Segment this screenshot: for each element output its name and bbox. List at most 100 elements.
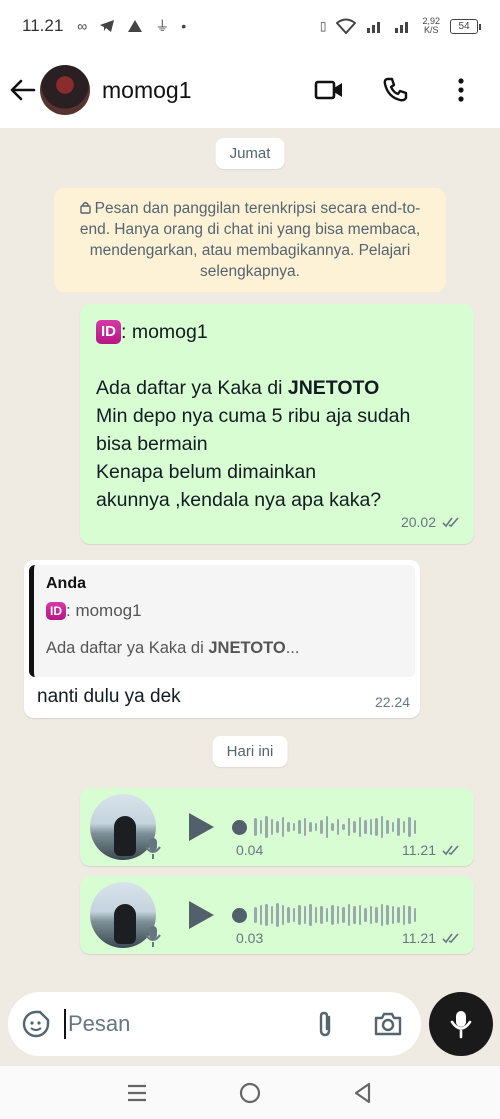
voice-record-button[interactable] — [429, 992, 493, 1056]
waveform-bar — [342, 907, 345, 923]
waveform-bar — [309, 822, 312, 832]
attach-icon[interactable] — [315, 1010, 335, 1038]
encryption-notice[interactable]: Pesan dan panggilan terenkripsi secara e… — [54, 188, 446, 292]
message-time: 11.21 — [402, 930, 436, 946]
waveform-bar — [402, 821, 405, 833]
home-circle-icon — [239, 1082, 261, 1103]
read-ticks-icon — [442, 517, 459, 528]
phone-call-icon[interactable] — [380, 75, 410, 105]
waveform-bar — [358, 905, 361, 925]
back-arrow-icon[interactable] — [10, 77, 36, 103]
sender-avatar — [90, 882, 161, 948]
waveform-bar — [276, 821, 279, 833]
playback-scrubber[interactable] — [232, 907, 247, 923]
waveform-bar — [292, 823, 295, 831]
message-time: 20.02 — [400, 514, 436, 530]
waveform-bar — [347, 904, 350, 926]
waveform-bar — [386, 905, 389, 925]
recents-button[interactable] — [122, 1078, 152, 1108]
link-icon: ∞ — [77, 18, 88, 34]
waveform-bar — [287, 907, 290, 923]
waveform-bar — [303, 818, 306, 836]
waveform-bar — [320, 820, 323, 834]
home-button[interactable] — [235, 1078, 265, 1108]
warning-icon — [128, 20, 143, 32]
network-speed: 2,92 K/S — [422, 16, 440, 35]
quoted-message[interactable]: Anda ID: momog1 Ada daftar ya Kaka di JN… — [29, 565, 415, 677]
back-button[interactable] — [348, 1078, 378, 1108]
waveform-bar — [375, 907, 378, 923]
quote-author: Anda — [46, 575, 86, 592]
composer — [0, 990, 500, 1066]
waveform-bar — [314, 823, 317, 831]
play-icon[interactable] — [184, 811, 216, 843]
message-meta: 11.21 — [402, 842, 462, 858]
waveform-bar — [259, 820, 262, 834]
waveform-bar — [336, 819, 339, 835]
voice-message[interactable]: 0.04 11.21 — [80, 788, 474, 866]
outgoing-message[interactable]: ID: momog1 Ada daftar ya Kaka di JNETOTO… — [80, 304, 474, 544]
waveform-bar — [254, 907, 257, 923]
waveform-bar — [325, 816, 328, 838]
menu-icon — [127, 1084, 146, 1101]
waveform-bar — [380, 904, 383, 926]
microphone-icon — [450, 1011, 472, 1039]
waveform-bar — [265, 904, 268, 926]
waveform-bar — [265, 816, 268, 838]
waveform-bar — [386, 820, 389, 834]
message-text: nanti dulu ya dek — [37, 686, 181, 707]
playback-scrubber[interactable] — [232, 819, 247, 835]
read-ticks-icon — [442, 845, 459, 856]
message-meta: 11.21 — [402, 930, 462, 946]
message-input-container[interactable] — [8, 992, 421, 1056]
sender-avatar — [90, 794, 161, 860]
waveform-bar — [309, 904, 312, 926]
waveform-bar — [364, 908, 367, 922]
sticker-icon[interactable] — [22, 1010, 50, 1038]
waveform-bar — [380, 816, 383, 838]
waveform-bar — [281, 905, 284, 925]
id-badge: ID — [46, 602, 66, 620]
waveform-bar — [320, 906, 323, 924]
waveform-bar — [298, 905, 301, 925]
waveform-bar — [281, 817, 284, 837]
waveform-bar — [397, 907, 400, 923]
waveform-bar — [408, 906, 411, 924]
incoming-message[interactable]: Anda ID: momog1 Ada daftar ya Kaka di JN… — [24, 560, 420, 718]
audio-waveform[interactable] — [232, 895, 452, 935]
waveform-bar — [347, 818, 350, 836]
usb-icon: ⏚ — [155, 18, 170, 34]
camera-icon[interactable] — [373, 1011, 403, 1037]
message-meta: 22.24 — [375, 694, 410, 710]
message-input[interactable] — [68, 1011, 288, 1037]
play-icon[interactable] — [184, 899, 216, 931]
waveform-bar — [325, 908, 328, 922]
message-time: 11.21 — [402, 842, 436, 858]
notification-dot-icon: • — [181, 18, 187, 34]
waveform-bar — [369, 819, 372, 835]
video-call-icon[interactable] — [314, 75, 344, 105]
message-time: 22.24 — [374, 694, 410, 710]
waveform-bar — [364, 820, 367, 834]
signal-icon-2 — [395, 22, 409, 33]
waveform-bar — [314, 907, 317, 923]
waveform-bar — [292, 908, 295, 922]
waveform-bar — [336, 906, 339, 924]
chat-area[interactable]: Jumat Pesan dan panggilan terenkripsi se… — [0, 128, 500, 990]
wifi-icon — [336, 18, 357, 34]
avatar[interactable] — [40, 65, 90, 115]
more-options-icon[interactable] — [446, 75, 476, 105]
waveform-bar — [342, 824, 345, 830]
status-bar: 11.21 ∞ ⏚ • ▯ 2,92 K/S 54 — [0, 0, 500, 52]
read-ticks-icon — [442, 933, 459, 944]
waveform-bar — [270, 906, 273, 924]
waveform-bar — [259, 905, 262, 925]
telegram-icon — [100, 20, 115, 32]
audio-waveform[interactable] — [232, 807, 452, 847]
voice-message[interactable]: 0.03 11.21 — [80, 876, 474, 954]
waveform-bar — [331, 823, 334, 831]
waveform-bar — [298, 820, 301, 834]
waveform-bar — [276, 903, 279, 927]
contact-name[interactable]: momog1 — [102, 77, 191, 104]
lock-icon — [79, 202, 91, 214]
